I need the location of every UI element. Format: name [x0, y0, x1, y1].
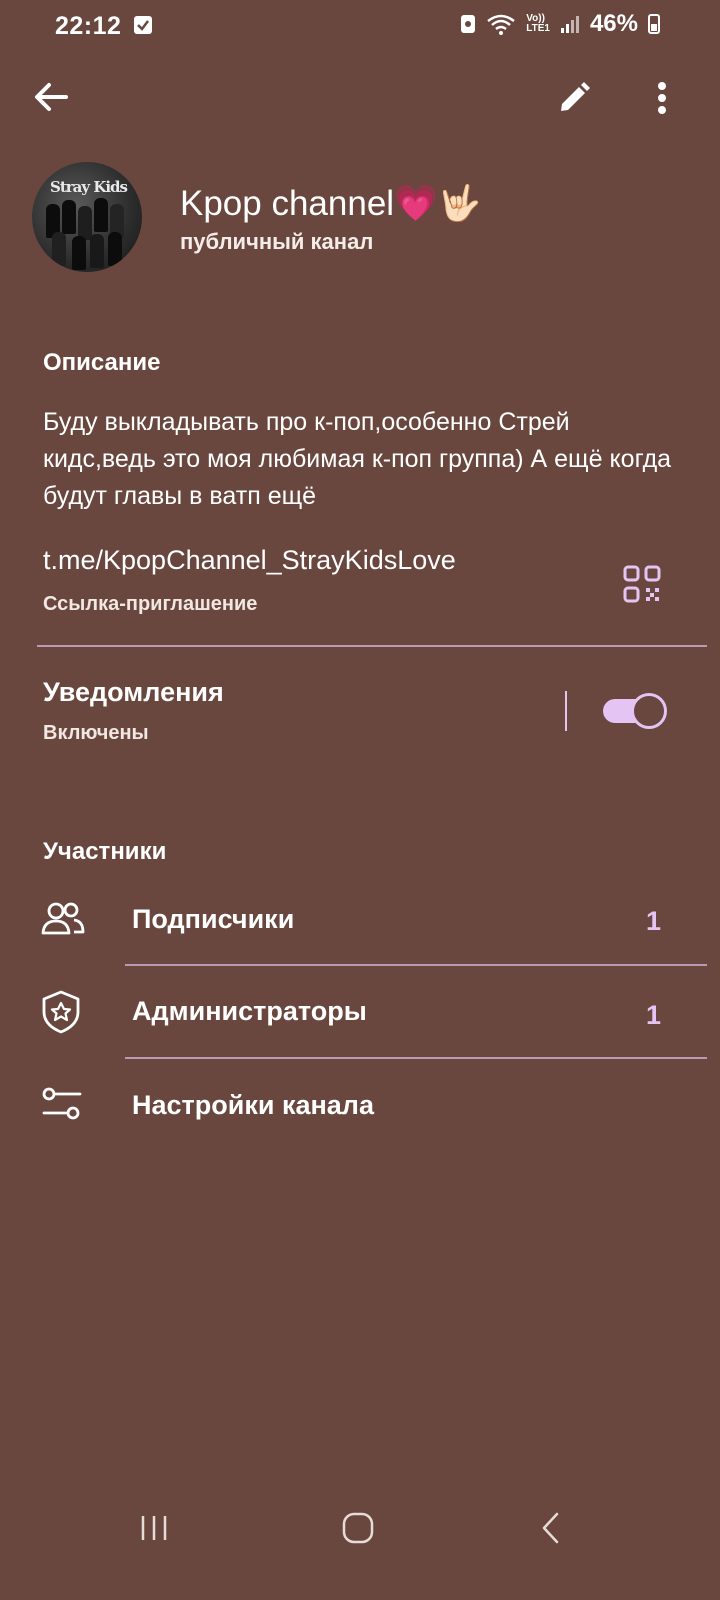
nfc-icon	[461, 15, 476, 33]
row-administrators[interactable]: Администраторы 1	[0, 972, 720, 1052]
network-indicator: Vo)) LTE1	[526, 14, 550, 34]
divider-administrators	[125, 1057, 707, 1059]
users-icon	[40, 900, 86, 941]
row-label: Настройки канала	[132, 1090, 374, 1120]
row-subscribers[interactable]: Подписчики 1	[0, 880, 720, 960]
back-button[interactable]	[26, 72, 76, 122]
nav-recents-button[interactable]	[122, 1500, 186, 1556]
recents-icon	[141, 1516, 167, 1540]
nav-back-button[interactable]	[526, 1498, 574, 1558]
more-options-button[interactable]	[640, 74, 684, 122]
row-count: 1	[646, 906, 662, 936]
divider-subscribers	[125, 964, 707, 966]
notifications-toggle[interactable]	[603, 693, 667, 729]
status-right: Vo)) LTE1 46%	[460, 10, 660, 38]
row-count: 1	[646, 1000, 662, 1030]
shield-star-icon	[40, 990, 82, 1039]
arrow-left-icon	[35, 83, 68, 111]
sliders-icon	[42, 1086, 82, 1127]
avatar-logo-text: Stray Kids	[50, 178, 128, 196]
notification-check-icon	[134, 16, 152, 34]
row-channel-settings[interactable]: Настройки канала	[0, 1066, 720, 1146]
battery-icon	[648, 14, 660, 34]
notifications-separator	[565, 691, 567, 731]
channel-type: публичный канал	[180, 229, 374, 254]
edit-button[interactable]	[552, 74, 596, 122]
lte-label: LTE1	[526, 23, 550, 34]
signal-icon	[560, 16, 579, 33]
qr-code-button[interactable]	[618, 560, 666, 608]
qr-code-icon	[623, 565, 661, 603]
toggle-knob	[631, 693, 667, 729]
home-icon	[342, 1512, 374, 1544]
description-title: Описание	[43, 349, 161, 376]
channel-name: Kpop channel💗🤟🏻	[180, 184, 482, 223]
more-vertical-icon	[658, 82, 666, 114]
wifi-icon	[487, 14, 515, 35]
notifications-status: Включены	[43, 722, 149, 744]
row-label: Администраторы	[132, 996, 367, 1026]
battery-percent: 46%	[589, 10, 638, 37]
nav-home-button[interactable]	[326, 1498, 390, 1558]
status-time: 22:12	[55, 12, 122, 40]
description-fade	[560, 474, 720, 516]
divider-invite	[37, 645, 707, 647]
invite-link[interactable]: t.me/KpopChannel_StrayKidsLove	[43, 545, 456, 576]
invite-link-label: Ссылка-приглашение	[43, 593, 258, 615]
notifications-title: Уведомления	[43, 677, 224, 707]
row-label: Подписчики	[132, 904, 295, 934]
members-title: Участники	[43, 838, 167, 865]
chevron-left-icon	[542, 1512, 559, 1544]
pencil-icon	[561, 82, 590, 111]
channel-avatar[interactable]: Stray Kids	[32, 162, 142, 272]
